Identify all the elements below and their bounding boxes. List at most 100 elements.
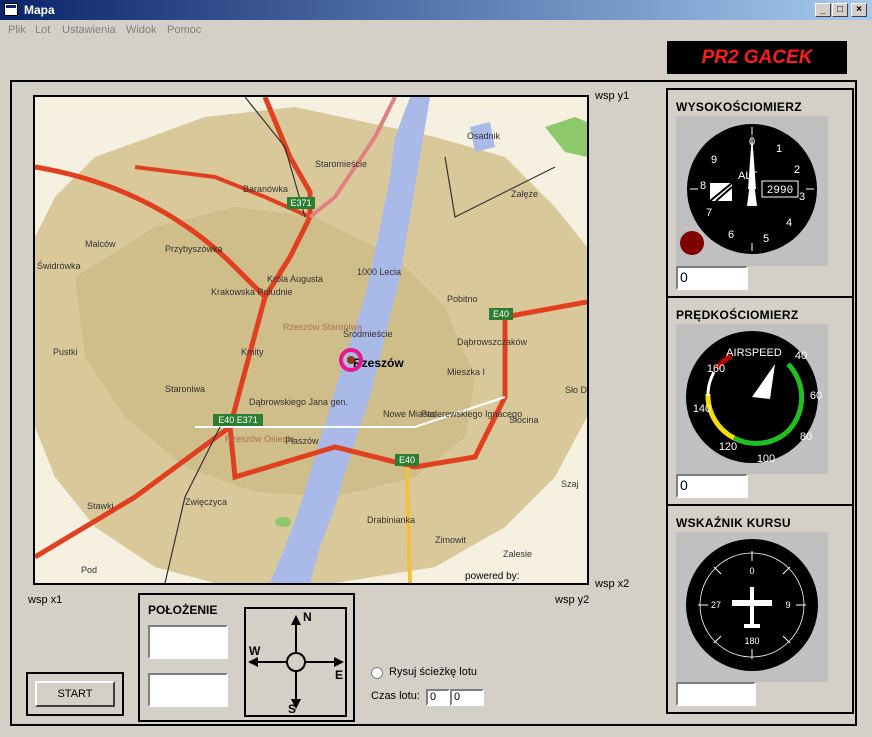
map-label-dabrowszczakow: Dąbrowszczaków xyxy=(457,337,528,347)
map-label-1000-lecia: 1000 Lecia xyxy=(357,267,401,277)
coord-label-x1: wsp x1 xyxy=(28,594,63,606)
flight-time-field-2[interactable]: 0 xyxy=(450,689,484,706)
map-label-powered-by: powered by: xyxy=(465,571,519,582)
altitude-value-field[interactable]: 0 xyxy=(676,266,748,290)
map-label-e40-south: E40 xyxy=(399,455,415,465)
flight-time-field-1[interactable]: 0 xyxy=(426,689,450,706)
map-label-slocina: Słocina xyxy=(509,415,539,425)
close-button[interactable]: × xyxy=(851,3,867,17)
map-image: E371 E40 E40 E371 E40 Osadnik Staromieśc… xyxy=(35,97,587,583)
position-field-1[interactable] xyxy=(148,625,228,659)
menu-lot[interactable]: Lot xyxy=(35,24,50,36)
map-label-krakowska: Krakowska Południe xyxy=(211,287,293,297)
map-label-zalesie: Zalesie xyxy=(503,549,532,559)
map-label-pod: Pod xyxy=(81,565,97,575)
svg-text:4: 4 xyxy=(786,217,792,229)
coord-label-y1: wsp y1 xyxy=(595,90,630,102)
map-label-e40-e371: E40 E371 xyxy=(218,415,258,425)
airspeed-gauge: 160 140 120 100 80 60 40 AIRSPEED xyxy=(676,324,828,474)
altimeter-gauge: 012 345 678 9 ALT 2990 xyxy=(676,116,828,266)
menu-widok[interactable]: Widok xyxy=(126,24,157,36)
coord-label-x2: wsp x2 xyxy=(595,578,630,590)
map-label-przybyszowka: Przybyszówka xyxy=(165,244,223,254)
map-label-staromiescie: Staromieście xyxy=(315,159,367,169)
svg-text:27: 27 xyxy=(711,600,721,610)
svg-text:3: 3 xyxy=(799,191,805,203)
start-button[interactable]: START xyxy=(35,681,115,707)
map-label-swidrowka: Świdrówka xyxy=(37,260,81,271)
map-label-zimowit: Zimowit xyxy=(435,535,466,545)
svg-text:60: 60 xyxy=(810,390,822,402)
map-label-plaszow: Płaszów xyxy=(285,436,319,446)
heading-value-field[interactable] xyxy=(676,682,756,706)
flight-time-label: Czas lotu: xyxy=(371,690,420,702)
heading-gauge: 0 180 9 27 xyxy=(676,532,828,682)
map-label-paderewskiego: Paderewskiego Ignacego xyxy=(421,409,522,419)
map-label-szaj: Szaj xyxy=(561,479,579,489)
map-label-kmity: Kmity xyxy=(241,347,264,357)
map-label-staroniwa: Staroniwa xyxy=(165,384,205,394)
svg-text:100: 100 xyxy=(757,453,775,465)
map-label-srodmiescie: Śródmieście xyxy=(343,328,393,339)
window-title: Mapa xyxy=(24,3,55,17)
airspeed-value-field[interactable]: 0 xyxy=(676,474,748,498)
svg-text:7: 7 xyxy=(706,207,712,219)
svg-text:5: 5 xyxy=(763,233,769,245)
app-icon xyxy=(4,3,18,16)
airspeed-panel: PRĘDKOŚCIOMIERZ 160 140 120 100 80 60 40 AIR… xyxy=(666,296,854,506)
map-label-stawki: Stawki xyxy=(87,501,114,511)
altimeter-counter: 2990 xyxy=(767,185,793,197)
svg-text:120: 120 xyxy=(719,441,737,453)
menu-plik[interactable]: Plik xyxy=(8,24,26,36)
start-panel: START xyxy=(26,672,124,716)
map-label-e40: E40 xyxy=(493,309,509,319)
svg-text:40: 40 xyxy=(795,350,807,362)
svg-text:9: 9 xyxy=(785,600,790,610)
map-label-zwieczyca: Zwięczyca xyxy=(185,497,227,507)
compass-s: S xyxy=(288,702,296,715)
menu-ustawienia[interactable]: Ustawienia xyxy=(62,24,116,36)
compass-w: W xyxy=(249,644,261,658)
title-bar: Mapa _ □ × xyxy=(0,0,872,20)
heading-panel: WSKAŹNIK KURSU 0 180 9 27 xyxy=(666,504,854,714)
map-view[interactable]: E371 E40 E40 E371 E40 Osadnik Staromieśc… xyxy=(33,95,589,585)
minimize-button[interactable]: _ xyxy=(815,3,831,17)
svg-text:8: 8 xyxy=(700,180,706,192)
position-panel: POŁOŻENIE N S E W xyxy=(138,593,355,722)
svg-text:160: 160 xyxy=(707,363,725,375)
svg-text:180: 180 xyxy=(744,636,759,646)
map-label-slo-dol: Sło Doł xyxy=(565,385,587,395)
position-field-2[interactable] xyxy=(148,673,228,707)
map-label-pobitno: Pobitno xyxy=(447,294,478,304)
draw-path-label: Rysuj ścieżkę lotu xyxy=(389,666,478,678)
map-label-baranowka: Baranówka xyxy=(243,184,288,194)
menu-pomoc[interactable]: Pomoc xyxy=(167,24,201,36)
map-label-pustki: Pustki xyxy=(53,347,78,357)
map-label-malcow: Malców xyxy=(85,239,116,249)
menu-bar: Plik Lot Ustawienia Widok Pomoc xyxy=(0,21,872,41)
altimeter-panel: WYSOKOŚCIOMIERZ 012 345 678 9 ALT 2990 xyxy=(666,88,854,298)
compass-e: E xyxy=(335,668,343,682)
position-title: POŁOŻENIE xyxy=(148,603,218,617)
map-label-e371: E371 xyxy=(290,198,311,208)
svg-text:140: 140 xyxy=(693,403,711,415)
map-label-drabinianka: Drabinianka xyxy=(367,515,415,525)
airspeed-dial-label: AIRSPEED xyxy=(726,347,782,359)
svg-text:6: 6 xyxy=(728,229,734,241)
map-label-dabrowskiego: Dąbrowskiego Jana gen. xyxy=(249,397,348,407)
map-label-mieszka: Mieszka I xyxy=(447,367,485,377)
heading-title: WSKAŹNIK KURSU xyxy=(676,516,791,530)
coord-label-y2: wsp y2 xyxy=(555,594,590,606)
compass-box: N S E W xyxy=(244,607,347,717)
draw-path-radio[interactable] xyxy=(371,667,383,679)
altimeter-title: WYSOKOŚCIOMIERZ xyxy=(676,100,802,114)
svg-text:80: 80 xyxy=(800,431,812,443)
svg-text:1: 1 xyxy=(776,143,782,155)
map-label-zaleze: Załęże xyxy=(511,189,538,199)
brand-label: PR2 GACEK xyxy=(667,41,847,74)
map-label-krola-augusta: Króla Augusta xyxy=(267,274,323,284)
maximize-button[interactable]: □ xyxy=(832,3,848,17)
airspeed-title: PRĘDKOŚCIOMIERZ xyxy=(676,308,799,322)
map-label-osadnik: Osadnik xyxy=(467,131,501,141)
svg-text:9: 9 xyxy=(711,154,717,166)
